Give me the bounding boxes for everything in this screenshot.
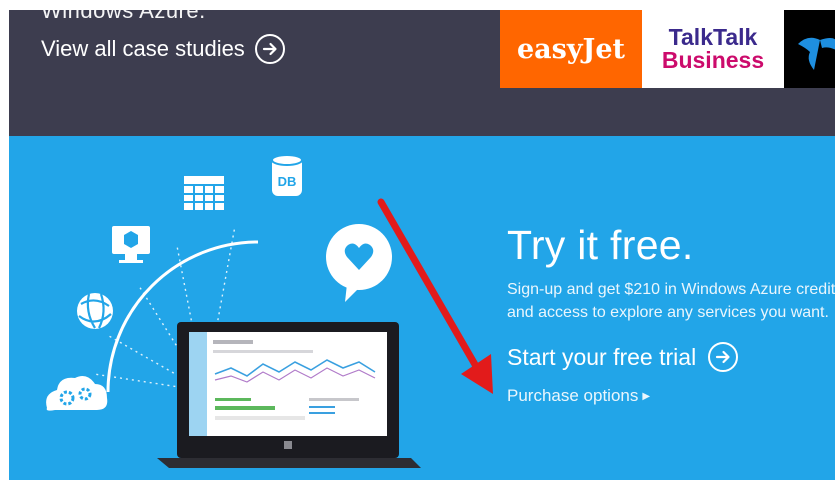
telstra-logo[interactable] [784, 10, 835, 88]
try-it-free-heading: Try it free. [507, 222, 694, 268]
caret-right-icon: ▶ [642, 391, 651, 402]
page-frame: Windows Azure. View all case studies eas… [9, 0, 835, 480]
tablet-device [157, 322, 421, 468]
talktalk-logo-line1: TalkTalk [668, 24, 758, 50]
right-arrow-circle-icon [254, 34, 285, 64]
start-free-trial-label: Start your free trial [507, 343, 697, 370]
database-icon: DB [271, 154, 303, 196]
view-case-studies-link[interactable]: View all case studies [41, 34, 285, 64]
customer-logos: easyJet TalkTalk Business [500, 10, 835, 88]
view-case-studies-label: View all case studies [41, 36, 245, 61]
talktalk-business-logo[interactable]: TalkTalk Business [642, 10, 784, 88]
table-icon [184, 176, 224, 210]
heart-speech-icon [326, 224, 392, 302]
monitor-icon [112, 226, 150, 263]
globe-icon [77, 293, 113, 329]
cut-off-heading: Windows Azure. [41, 10, 206, 23]
right-arrow-circle-icon [708, 342, 739, 372]
trial-description: Sign-up and get $210 in Windows Azure cr… [507, 281, 835, 321]
start-free-trial-link[interactable]: Start your free trial [507, 342, 739, 372]
purchase-options-link[interactable]: Purchase options ▶ [507, 386, 650, 406]
easyjet-logo-text: easyJet [517, 33, 625, 65]
purchase-options-label: Purchase options [507, 386, 639, 405]
cloud-services-illustration: DB [46, 154, 421, 468]
case-studies-band: Windows Azure. View all case studies eas… [9, 10, 835, 136]
easyjet-logo[interactable]: easyJet [500, 10, 642, 88]
db-label: DB [278, 174, 297, 189]
talktalk-logo-line2: Business [661, 47, 765, 73]
free-trial-hero: DB Try it free. Sign-up and get $210 in … [9, 136, 835, 480]
cloud-gears-icon [46, 376, 108, 411]
